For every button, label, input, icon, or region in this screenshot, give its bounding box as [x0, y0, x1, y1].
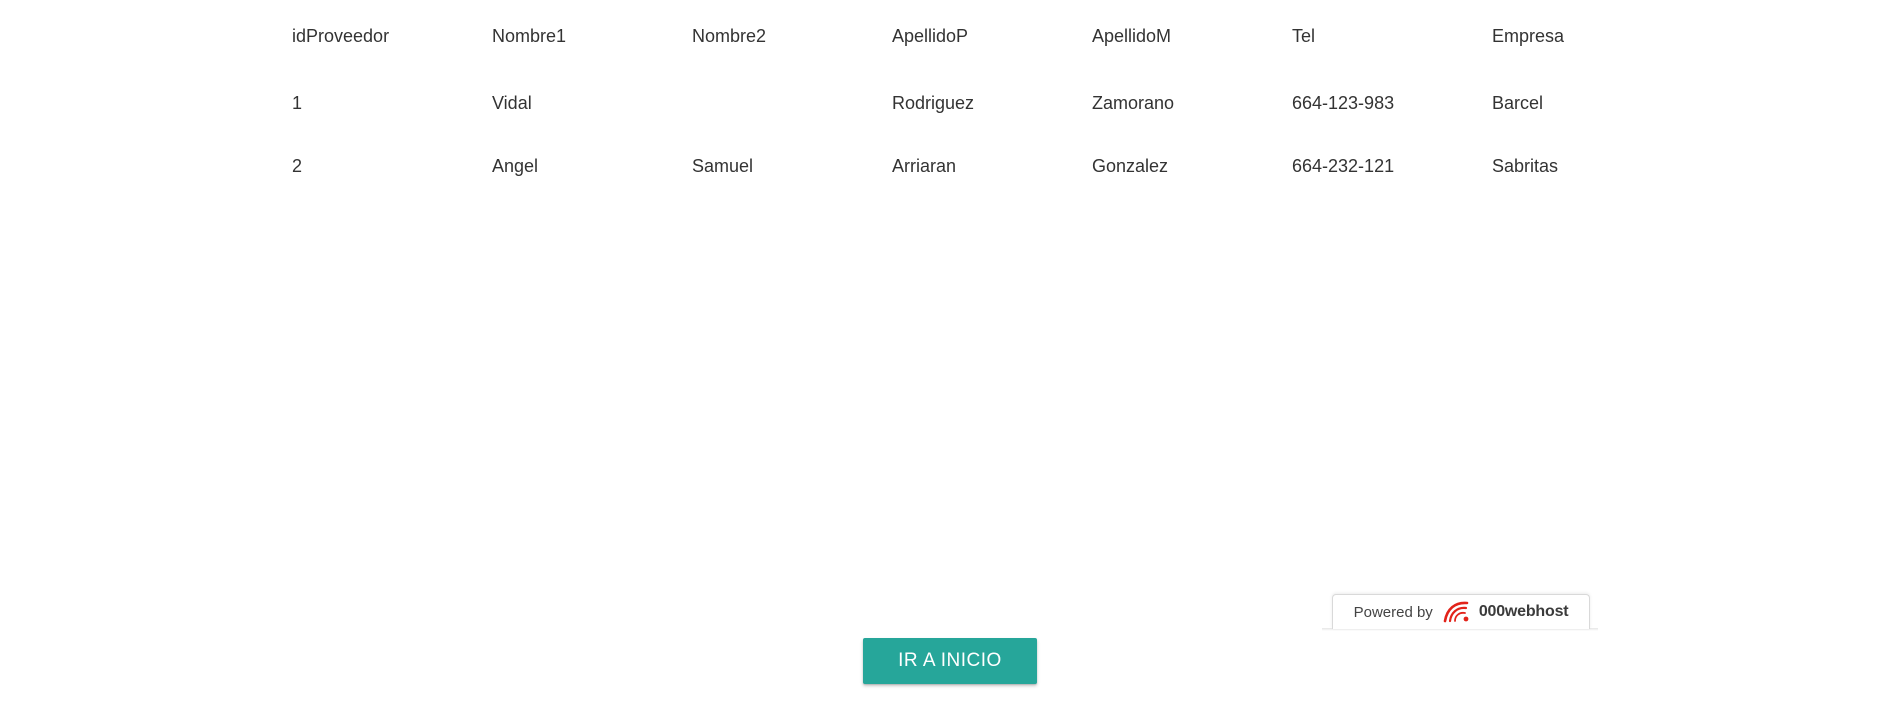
cell-empresa: Sabritas	[1492, 156, 1559, 176]
page: idProveedor Nombre1 Nombre2 ApellidoP Ap…	[0, 0, 1898, 703]
column-header-tel: Tel	[1292, 25, 1316, 46]
column-header-apellidom: ApellidoM	[1092, 25, 1172, 46]
cell-nombre2	[682, 72, 882, 135]
cell-idproveedor: 2	[292, 156, 303, 176]
providers-table: idProveedor Nombre1 Nombre2 ApellidoP Ap…	[282, 0, 1682, 198]
cell-apellidom: Zamorano	[1092, 93, 1175, 113]
powered-by-badge[interactable]: Powered by 000webhost	[1332, 594, 1590, 629]
cell-tel: 664-123-983	[1292, 93, 1395, 113]
cell-tel: 664-232-121	[1292, 156, 1395, 176]
000webhost-logo-icon	[1441, 599, 1471, 625]
table-header-row: idProveedor Nombre1 Nombre2 ApellidoP Ap…	[282, 0, 1682, 72]
table-row: 1 Vidal Rodriguez Zamorano 664-123-983 B…	[282, 72, 1682, 135]
column-header-nombre1: Nombre1	[492, 25, 567, 46]
column-header-idproveedor: idProveedor	[292, 25, 390, 46]
cell-apellidom: Gonzalez	[1092, 156, 1169, 176]
go-home-button[interactable]: IR A INICIO	[863, 638, 1037, 684]
cell-nombre1: Vidal	[492, 93, 532, 113]
cell-nombre1: Angel	[492, 156, 539, 176]
column-header-nombre2: Nombre2	[692, 25, 767, 46]
table-row: 2 Angel Samuel Arriaran Gonzalez 664-232…	[282, 135, 1682, 198]
cell-idproveedor: 1	[292, 93, 303, 113]
powered-by-label: Powered by	[1353, 603, 1433, 621]
column-header-empresa: Empresa	[1492, 25, 1565, 46]
brand-name: 000webhost	[1478, 603, 1569, 620]
column-header-apellidop: ApellidoP	[892, 25, 969, 46]
cell-apellidop: Rodriguez	[892, 93, 975, 113]
cell-empresa: Barcel	[1492, 93, 1544, 113]
cell-apellidop: Arriaran	[892, 156, 957, 176]
cell-nombre2: Samuel	[692, 156, 754, 176]
